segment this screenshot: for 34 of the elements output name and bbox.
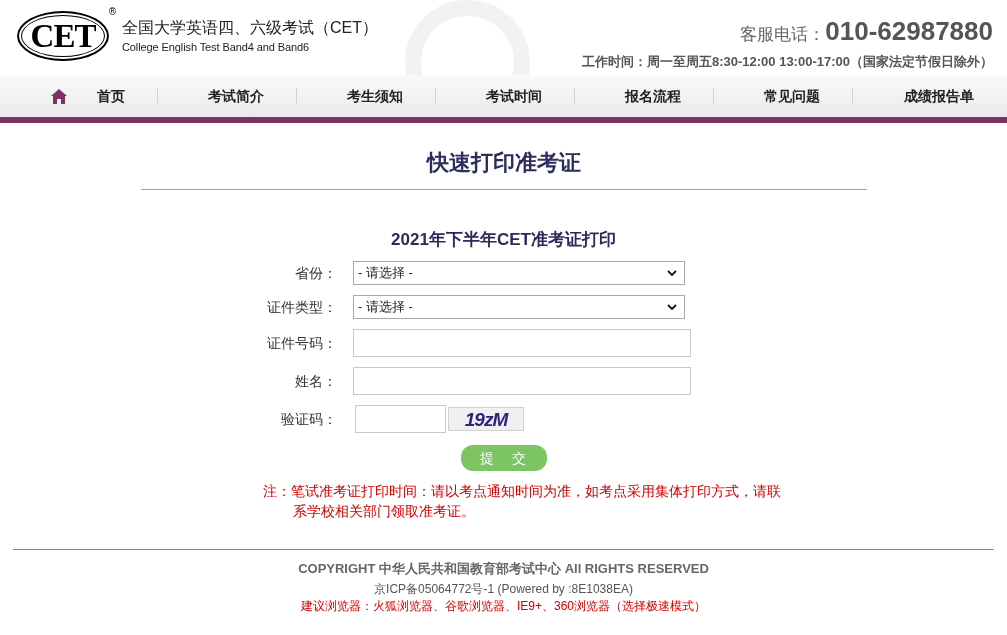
site-title: 全国大学英语四、六级考试（CET）	[122, 18, 378, 38]
nav-link[interactable]: 常见问题	[764, 88, 820, 104]
registered-mark: ®	[108, 7, 116, 17]
icp-text: 京ICP备05064772号-1 (Powered by :8E1038EA)	[374, 581, 633, 598]
home-icon[interactable]	[51, 88, 67, 104]
chevron-down-icon	[667, 270, 677, 276]
field-label: 省份：	[294, 263, 337, 283]
office-hours: 工作时间：周一至周五8:30-12:00 13:00-17:00（国家法定节假日除外）	[581, 53, 993, 71]
text-input-field[interactable]	[353, 329, 691, 357]
phone-label: 客服电话：	[740, 24, 826, 46]
site-subtitle: College English Test Band4 and Band6	[122, 40, 310, 55]
captcha-input-field[interactable]	[355, 405, 446, 433]
text-input-field[interactable]	[353, 367, 691, 395]
nav-link[interactable]: 考试简介	[208, 88, 264, 104]
field-label: 验证码：	[280, 409, 337, 429]
page-title: 快速打印准考证	[426, 149, 581, 177]
chevron-down-icon	[667, 304, 677, 310]
browser-advice: 建议浏览器：火狐浏览器、谷歌浏览器、IE9+、360浏览器（选择极速模式）	[300, 598, 706, 615]
nav-link[interactable]: 报名流程	[625, 88, 681, 104]
logo-text: CET	[30, 19, 96, 53]
field-label: 姓名：	[294, 371, 337, 391]
phone-number: 010-62987880	[825, 16, 993, 46]
form-title: 2021年下半年CET准考证打印	[391, 229, 616, 251]
notice-text: 注：笔试准考证打印时间：请以考点通知时间为准，如考点采用集体打印方式，请联系学校相关部门领取准考证。	[263, 482, 782, 521]
nav-link[interactable]: 成绩报告单	[904, 88, 974, 104]
field-label: 证件类型：	[266, 297, 337, 317]
copyright-text: COPYRIGHT 中华人民共和国教育部考试中心 All RIGHTS RESERVED	[298, 560, 709, 578]
captcha-image: 19zM	[448, 407, 524, 431]
dropdown-select[interactable]: - 请选择 -	[353, 295, 685, 319]
nav-link[interactable]: 首页	[97, 85, 125, 107]
nav-link[interactable]: 考生须知	[347, 88, 403, 104]
nav-link[interactable]: 考试时间	[486, 88, 542, 104]
field-label: 证件号码：	[266, 333, 337, 353]
dropdown-select[interactable]: - 请选择 -	[353, 261, 685, 285]
